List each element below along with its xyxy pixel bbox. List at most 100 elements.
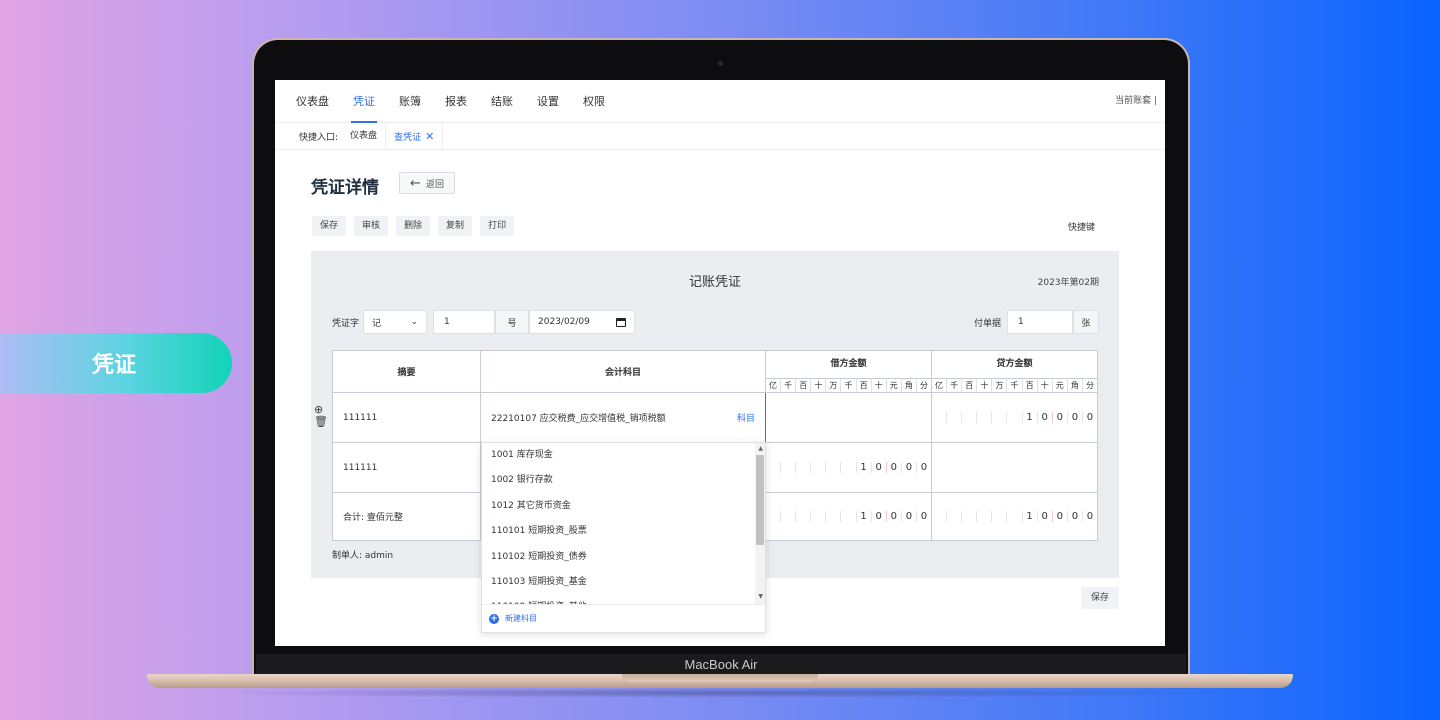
total-debit-digits: 10000 <box>766 511 931 522</box>
shortcut-link[interactable]: 快捷键 <box>1068 220 1095 233</box>
subject-option[interactable]: 1012 其它货币资金 <box>482 494 765 519</box>
amount-digit: 0 <box>870 511 886 522</box>
subject-option[interactable]: 110101 短期投资_股票 <box>482 519 765 544</box>
attachment-count-input[interactable]: 1 <box>1007 310 1073 334</box>
subject-option[interactable]: 1002 银行存款 <box>482 468 765 493</box>
nav-settings[interactable]: 设置 <box>537 80 559 123</box>
amount-digit <box>840 511 855 522</box>
digit-header-cell: 亿 <box>769 381 778 390</box>
arrow-left-icon: ← <box>410 175 421 191</box>
digit-header-cell: 百 <box>795 379 810 392</box>
amount-digit <box>1006 412 1021 423</box>
voucher-date-input[interactable]: 2023/02/09 <box>529 310 636 334</box>
subject-option[interactable]: 110103 短期投资_基金 <box>482 570 765 595</box>
voucher-number-input[interactable]: 1 <box>433 310 496 334</box>
amount-digit <box>795 511 810 522</box>
laptop-notch <box>622 674 818 682</box>
credit-header-label: 贷方金额 <box>996 359 1033 369</box>
new-subject-button[interactable]: + 新建科目 <box>482 604 765 632</box>
amount-digit: 0 <box>1066 412 1082 423</box>
digit-header-cell: 百 <box>855 379 871 392</box>
close-icon[interactable]: ✕ <box>425 130 434 143</box>
debit-header: 借方金额 亿千百十万千百十元角分 <box>765 350 932 393</box>
digit-header-cell: 亿 <box>935 381 944 390</box>
digit-header-cell: 百 <box>1021 379 1037 392</box>
subject-option[interactable]: 1001 库存现金 <box>482 443 765 468</box>
chevron-down-icon: ⌄ <box>410 317 419 327</box>
amount-digit: 1 <box>855 462 871 473</box>
voucher-number-unit: 号 <box>495 310 530 334</box>
quick-tab-dashboard-label: 仪表盘 <box>350 130 378 141</box>
amount-digit <box>780 462 795 473</box>
debit-header-label: 借方金额 <box>830 359 867 369</box>
nav-closing[interactable]: 结账 <box>491 80 513 123</box>
trash-icon[interactable]: 🗑 <box>314 416 328 428</box>
laptop-shadow <box>190 688 1250 698</box>
subject-picker-link[interactable]: 科目 <box>737 411 755 424</box>
attachment-unit: 张 <box>1073 310 1099 334</box>
back-button[interactable]: ← 返回 <box>399 172 455 194</box>
nav-voucher[interactable]: 凭证 <box>351 80 377 123</box>
amount-digit: 0 <box>1066 511 1082 522</box>
amount-digit <box>932 511 946 522</box>
scroll-up-icon[interactable]: ▲ <box>758 445 763 452</box>
scroll-thumb[interactable] <box>756 455 764 545</box>
credit-cell[interactable] <box>931 442 1098 493</box>
amount-digit: 1 <box>855 511 871 522</box>
save-button[interactable]: 保存 <box>312 216 347 236</box>
digit-header-cell: 元 <box>1051 379 1067 392</box>
calendar-icon[interactable] <box>616 317 627 327</box>
digit-header-cell: 百 <box>961 379 976 392</box>
subject-header: 会计科目 <box>480 350 766 393</box>
digit-header-cell: 十 <box>810 379 825 392</box>
digit-header-cell: 十 <box>870 379 886 392</box>
copy-button[interactable]: 复制 <box>438 216 473 236</box>
subject-option[interactable]: 110102 短期投资_债券 <box>482 545 765 570</box>
nav-ledger[interactable]: 账簿 <box>399 80 421 123</box>
debit-cell[interactable]: 10000 <box>765 442 932 493</box>
nav-dashboard[interactable]: 仪表盘 <box>296 80 329 123</box>
dropdown-scrollbar[interactable]: ▲ ▼ <box>755 443 765 605</box>
quick-tab-view-voucher[interactable]: 查凭证 ✕ <box>386 122 444 150</box>
digit-header-cell: 万 <box>991 379 1006 392</box>
nav-reports[interactable]: 报表 <box>445 80 467 123</box>
summary-cell[interactable]: 111111 <box>332 442 481 493</box>
subject-dropdown-list: 1001 库存现金 1002 银行存款 1012 其它货币资金 110101 短期投资… <box>482 443 765 621</box>
amount-digit: 0 <box>900 511 916 522</box>
top-navigation: 仪表盘 凭证 账簿 报表 结账 设置 权限 当前账套 | <box>275 80 1165 123</box>
current-account[interactable]: 当前账套 | <box>1115 80 1157 123</box>
subject-dropdown: 1001 库存现金 1002 银行存款 1012 其它货币资金 110101 短期投资… <box>481 442 766 633</box>
voucher-word-select[interactable]: 记 ⌄ <box>363 310 428 334</box>
subject-cell[interactable]: 22210107 应交税费_应交增值税_销项税额 科目 <box>480 392 766 443</box>
scroll-down-icon[interactable]: ▼ <box>758 593 763 600</box>
total-debit-cell: 10000 <box>765 492 932 541</box>
amount-digit <box>991 412 1006 423</box>
digit-header-cell: 角 <box>900 379 916 392</box>
save-bottom-button[interactable]: 保存 <box>1081 587 1119 609</box>
credit-cell[interactable]: 10000 <box>931 392 1098 443</box>
digit-header-cell: 分 <box>915 379 931 392</box>
amount-digit <box>840 462 855 473</box>
nav-permissions[interactable]: 权限 <box>583 80 605 123</box>
digit-header-cell: 分 <box>1081 379 1097 392</box>
credit-digit-header: 亿千百十万千百十元角分 <box>932 378 1097 392</box>
debit-cell[interactable] <box>765 392 932 443</box>
amount-digit <box>780 511 795 522</box>
digit-header-cell: 角 <box>1066 379 1082 392</box>
digit-header-cell: 十 <box>976 379 991 392</box>
amount-digit <box>766 511 780 522</box>
amount-digit: 0 <box>1081 511 1097 522</box>
audit-button[interactable]: 审核 <box>354 216 389 236</box>
new-subject-label: 新建科目 <box>505 614 537 623</box>
quick-entry-label: 快捷入口: <box>299 132 339 143</box>
summary-cell[interactable]: 111111 <box>332 392 481 443</box>
quick-tab-dashboard[interactable]: 仪表盘 <box>342 122 387 150</box>
print-button[interactable]: 打印 <box>480 216 515 236</box>
amount-digit <box>810 511 825 522</box>
digit-header-cell: 万 <box>825 379 840 392</box>
voucher-toolbar: 保存 审核 删除 复制 打印 <box>312 216 522 236</box>
voucher-header-row: 凭证字 记 ⌄ 1 号 2023/02/09 <box>332 310 636 334</box>
amount-digit <box>961 412 976 423</box>
delete-button[interactable]: 删除 <box>396 216 431 236</box>
amount-digit: 0 <box>1051 511 1067 522</box>
